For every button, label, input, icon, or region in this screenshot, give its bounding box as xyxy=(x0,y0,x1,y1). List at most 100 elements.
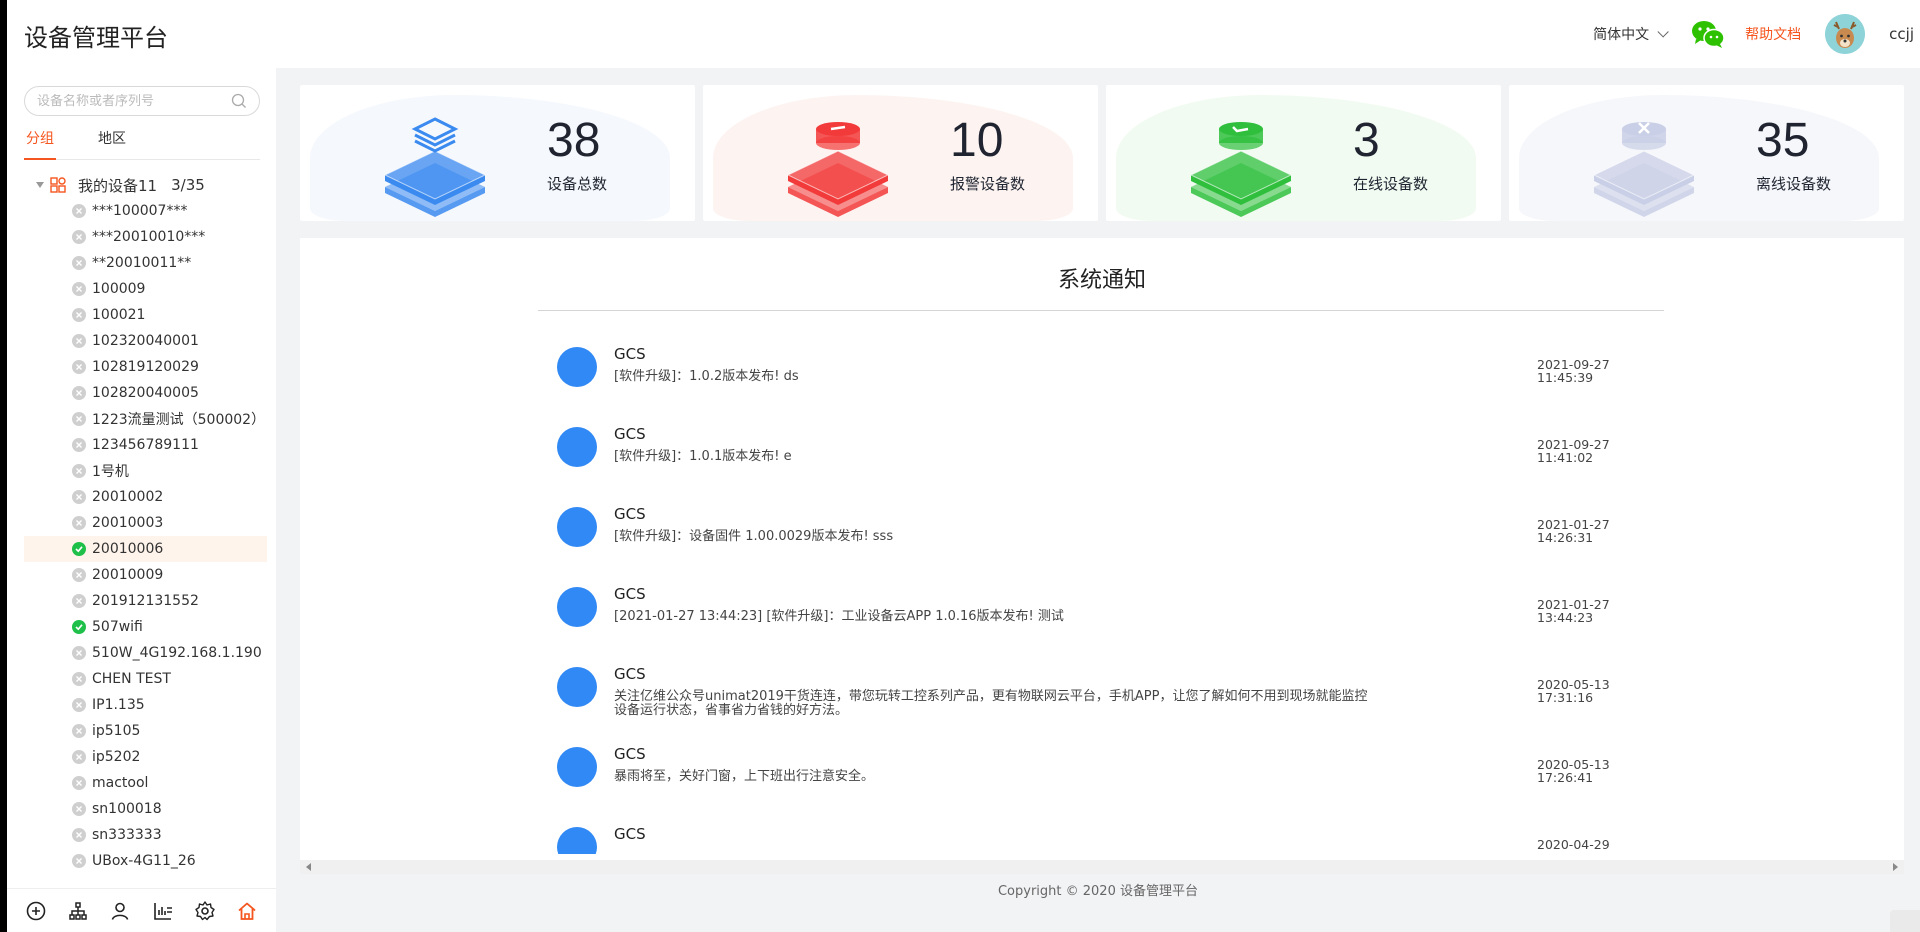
notice-item[interactable]: GCS [软件升级]：设备固件 1.00.0029版本发布! sss 2021-01… xyxy=(557,488,1667,568)
notice-time: 17:31:16 xyxy=(1537,690,1594,705)
notice-bullet-icon xyxy=(557,347,597,387)
home-icon[interactable] xyxy=(236,900,258,922)
notice-message: 暴雨将至，关好门窗，上下班出行注意安全。 xyxy=(614,769,875,784)
notice-datetime: 2021-09-27 11:45:39 xyxy=(1537,358,1657,384)
device-tree-item[interactable]: ip5202 xyxy=(24,744,267,770)
device-name: sn333333 xyxy=(92,827,162,843)
device-tree-item[interactable]: IP1.135 xyxy=(24,692,267,718)
device-name: 201912131552 xyxy=(92,593,199,609)
notice-sender: GCS xyxy=(614,345,646,363)
chart-list-icon[interactable] xyxy=(152,900,174,922)
wechat-icon[interactable] xyxy=(1691,19,1725,49)
notice-message: 关注亿维公众号unimat2019干货连连，带您玩转工控系列产品，更有物联网云平… xyxy=(614,689,1368,718)
notice-date: 2020-04-29 xyxy=(1537,837,1610,852)
notice-list[interactable]: GCS [软件升级]：1.0.2版本发布! ds 2021-09-27 11:45:3… xyxy=(557,328,1667,854)
settings-gear-icon[interactable] xyxy=(194,900,216,922)
device-tree-item[interactable]: 20010003 xyxy=(24,510,267,536)
card-background-shape xyxy=(1116,95,1476,221)
top-header: 设备管理平台 简体中文 帮助文档 ccjj xyxy=(0,0,1920,68)
username[interactable]: ccjj xyxy=(1889,25,1914,43)
group-icon xyxy=(50,177,66,193)
stat-card-online[interactable]: 3 在线设备数 xyxy=(1106,85,1501,221)
scroll-left-icon[interactable] xyxy=(306,863,311,871)
notice-item[interactable]: GCS [软件升级]：1.0.2版本发布! ds 2021-09-27 11:45:3… xyxy=(557,328,1667,408)
device-tree-item[interactable]: 100009 xyxy=(24,276,267,302)
device-tree-item[interactable]: sn100018 xyxy=(24,796,267,822)
add-circle-icon[interactable] xyxy=(25,900,47,922)
device-tree-item[interactable]: 20010006 xyxy=(24,536,267,562)
device-name: 20010003 xyxy=(92,515,164,531)
device-tree-item[interactable]: sn333333 xyxy=(24,822,267,848)
device-tree-item[interactable]: 102320040001 xyxy=(24,328,267,354)
user-icon[interactable] xyxy=(109,900,131,922)
stat-card-offline[interactable]: 35 离线设备数 xyxy=(1509,85,1904,221)
stat-value: 35 xyxy=(1756,114,1810,167)
device-tree-item[interactable]: **20010011** xyxy=(24,250,267,276)
notice-item[interactable]: GCS 2020-04-29 xyxy=(557,808,1667,854)
stat-cards: 38 设备总数 10 报警设备数 3 在线设备数 35 离线设备数 xyxy=(300,85,1904,221)
offline-x-icon xyxy=(72,802,86,816)
device-tree-item[interactable]: 102820040005 xyxy=(24,380,267,406)
tab-region[interactable]: 地区 xyxy=(96,128,128,160)
notice-time: 17:26:41 xyxy=(1537,770,1594,785)
device-tree-item[interactable]: UBox-4G11_26 xyxy=(24,848,267,874)
offline-x-icon xyxy=(72,854,86,868)
offline-x-icon xyxy=(72,438,86,452)
notice-bullet-icon xyxy=(557,427,597,467)
device-tree-item[interactable]: 100021 xyxy=(24,302,267,328)
device-tree-item[interactable]: ***100007*** xyxy=(24,198,267,224)
footer-copyright: Copyright © 2020 设备管理平台 xyxy=(997,884,1198,899)
device-tree-item[interactable]: ***20010010*** xyxy=(24,224,267,250)
notice-message: [软件升级]：1.0.1版本发布! e xyxy=(614,449,792,464)
notice-datetime: 2021-01-27 14:26:31 xyxy=(1537,518,1657,544)
device-tree-item[interactable]: mactool xyxy=(24,770,267,796)
tree-root-my-devices[interactable]: 我的设备11 3/35 xyxy=(24,172,267,198)
device-name: ***20010010*** xyxy=(92,229,206,245)
device-name: ip5202 xyxy=(92,749,141,765)
notice-bullet-icon xyxy=(557,587,597,627)
language-select[interactable]: 简体中文 xyxy=(1593,24,1669,44)
help-docs-link[interactable]: 帮助文档 xyxy=(1745,24,1801,44)
horizontal-scrollbar[interactable] xyxy=(300,860,1904,874)
device-tree-item[interactable]: 201912131552 xyxy=(24,588,267,614)
caret-down-icon[interactable] xyxy=(36,182,44,188)
stat-card-alarm[interactable]: 10 报警设备数 xyxy=(703,85,1098,221)
sidebar-tabs: 分组 地区 xyxy=(24,128,260,160)
offline-x-icon xyxy=(72,828,86,842)
sidebar-bottom-toolbar xyxy=(7,888,276,932)
notice-item[interactable]: GCS 暴雨将至，关好门窗，上下班出行注意安全。 2020-05-13 17:26:4… xyxy=(557,728,1667,808)
device-tree-item[interactable]: ip5105 xyxy=(24,718,267,744)
device-tree-item[interactable]: 102819120029 xyxy=(24,354,267,380)
stat-label: 离线设备数 xyxy=(1756,175,1832,193)
device-name: 102320040001 xyxy=(92,333,199,349)
stat-card-total[interactable]: 38 设备总数 xyxy=(300,85,695,221)
card-background-shape xyxy=(1519,95,1879,221)
device-name: mactool xyxy=(92,775,149,791)
notice-time: 14:26:31 xyxy=(1537,530,1594,545)
tab-group[interactable]: 分组 xyxy=(24,128,56,160)
device-search[interactable] xyxy=(24,86,260,116)
device-tree-item[interactable]: 507wifi xyxy=(24,614,267,640)
offline-x-icon xyxy=(72,646,86,660)
device-tree-item[interactable]: 123456789111 xyxy=(24,432,267,458)
notice-item[interactable]: GCS [2021-01-27 13:44:23] [软件升级]：工业设备云APP… xyxy=(557,568,1667,648)
notice-item[interactable]: GCS [软件升级]：1.0.1版本发布! e 2021-09-27 11:41:02 xyxy=(557,408,1667,488)
device-tree-item[interactable]: 1223流量测试（500002） xyxy=(24,406,267,432)
search-icon[interactable] xyxy=(231,93,247,109)
device-tree-item[interactable]: CHEN TEST xyxy=(24,666,267,692)
avatar[interactable] xyxy=(1825,14,1866,54)
notice-item[interactable]: GCS 关注亿维公众号unimat2019干货连连，带您玩转工控系列产品，更有物联… xyxy=(557,648,1667,728)
scroll-right-icon[interactable] xyxy=(1893,863,1898,871)
stat-label: 在线设备数 xyxy=(1353,175,1429,193)
device-tree-item[interactable]: 510W_4G192.168.1.190 xyxy=(24,640,267,666)
panel-title: 系统通知 xyxy=(1057,268,1146,293)
device-name: ***100007*** xyxy=(92,203,188,219)
offline-x-icon xyxy=(72,750,86,764)
device-tree-item[interactable]: 20010002 xyxy=(24,484,267,510)
device-list: ***100007*** ***20010010*** **20010011** 10… xyxy=(24,198,267,874)
org-tree-icon[interactable] xyxy=(67,900,89,922)
device-tree-item[interactable]: 1号机 xyxy=(24,458,267,484)
search-input[interactable] xyxy=(37,93,231,109)
stat-value: 38 xyxy=(547,114,601,167)
device-tree-item[interactable]: 20010009 xyxy=(24,562,267,588)
